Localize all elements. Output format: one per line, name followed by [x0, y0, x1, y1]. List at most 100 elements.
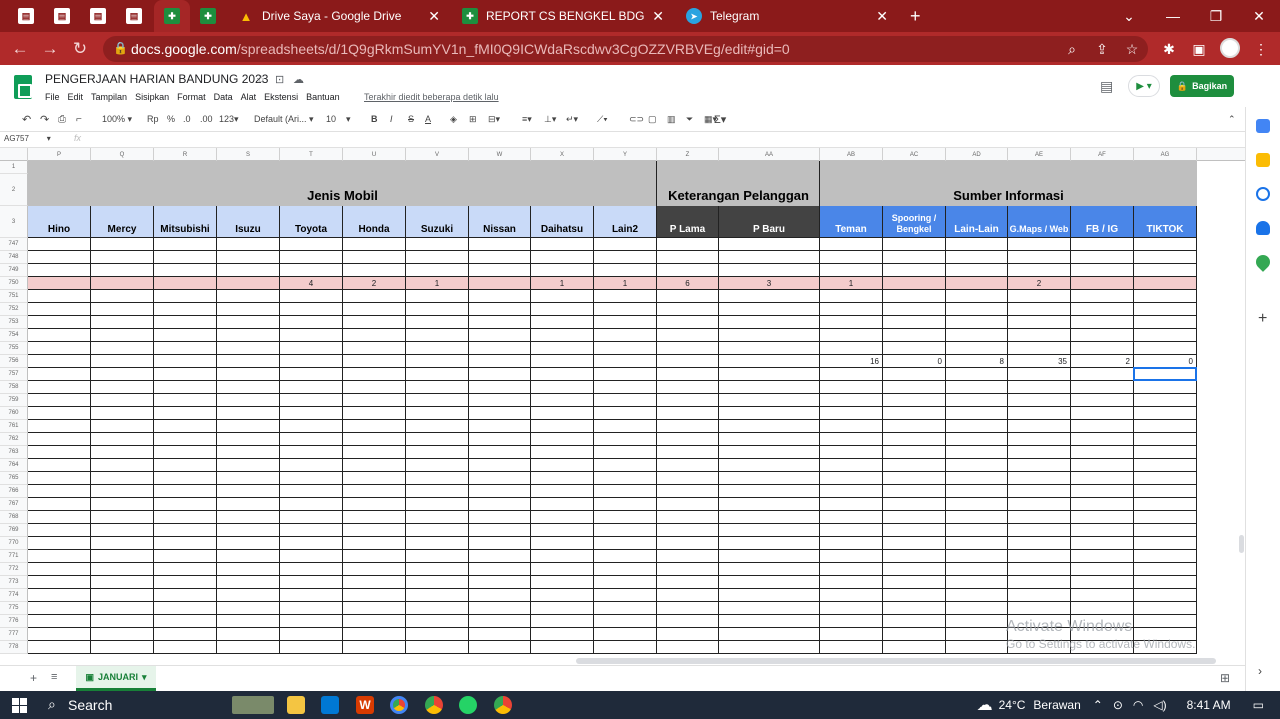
empty-cell[interactable]	[154, 550, 217, 563]
empty-cell[interactable]	[883, 303, 946, 316]
close-window-button[interactable]: ✕	[1236, 0, 1280, 32]
row-header-749[interactable]: 749	[0, 264, 28, 277]
empty-cell[interactable]	[1008, 238, 1071, 251]
empty-cell[interactable]	[280, 485, 343, 498]
empty-cell[interactable]	[657, 303, 719, 316]
empty-cell[interactable]	[1071, 446, 1134, 459]
empty-cell[interactable]	[28, 394, 91, 407]
row-header-771[interactable]: 771	[0, 550, 28, 563]
empty-cell[interactable]	[531, 342, 594, 355]
empty-cell[interactable]	[217, 563, 280, 576]
empty-cell[interactable]	[154, 368, 217, 381]
header-honda[interactable]: Honda	[343, 206, 406, 238]
row-header-763[interactable]: 763	[0, 446, 28, 459]
empty-cell[interactable]	[883, 316, 946, 329]
empty-cell[interactable]	[217, 329, 280, 342]
sheet-tab-januari[interactable]: ▣ JANUARI ▾	[76, 666, 156, 691]
empty-cell[interactable]	[469, 238, 531, 251]
empty-cell[interactable]	[28, 511, 91, 524]
empty-cell[interactable]	[719, 498, 820, 511]
empty-cell[interactable]	[469, 615, 531, 628]
data-cell[interactable]	[154, 277, 217, 290]
row-header-2[interactable]: 2	[0, 174, 28, 206]
empty-cell[interactable]	[594, 511, 657, 524]
row-header-765[interactable]: 765	[0, 472, 28, 485]
empty-cell[interactable]	[406, 290, 469, 303]
meet-button[interactable]: ▶ ▾	[1128, 75, 1160, 97]
empty-cell[interactable]	[406, 524, 469, 537]
empty-cell[interactable]	[820, 433, 883, 446]
empty-cell[interactable]	[280, 589, 343, 602]
tab-sheets-active[interactable]: ✚	[154, 0, 190, 32]
increase-decimal-button[interactable]: .00	[200, 112, 213, 126]
empty-cell[interactable]	[469, 628, 531, 641]
empty-cell[interactable]	[883, 394, 946, 407]
menu-extensions[interactable]: Ekstensi	[264, 92, 298, 102]
empty-cell[interactable]	[154, 537, 217, 550]
empty-cell[interactable]	[820, 394, 883, 407]
empty-cell[interactable]	[657, 381, 719, 394]
empty-cell[interactable]	[657, 550, 719, 563]
menu-edit[interactable]: Edit	[68, 92, 84, 102]
empty-cell[interactable]	[531, 498, 594, 511]
row-header-759[interactable]: 759	[0, 394, 28, 407]
empty-cell[interactable]	[1134, 407, 1197, 420]
empty-cell[interactable]	[154, 576, 217, 589]
row-header-762[interactable]: 762	[0, 433, 28, 446]
font-select[interactable]: Default (Ari... ▾	[254, 112, 314, 126]
empty-cell[interactable]	[217, 394, 280, 407]
empty-cell[interactable]	[657, 589, 719, 602]
empty-cell[interactable]	[1134, 303, 1197, 316]
empty-cell[interactable]	[1008, 342, 1071, 355]
empty-cell[interactable]	[657, 628, 719, 641]
empty-cell[interactable]	[719, 251, 820, 264]
header-hino[interactable]: Hino	[28, 206, 91, 238]
empty-cell[interactable]	[343, 264, 406, 277]
meet-now-icon[interactable]: ⊙	[1113, 698, 1123, 712]
empty-cell[interactable]	[469, 433, 531, 446]
empty-cell[interactable]	[280, 394, 343, 407]
empty-cell[interactable]	[946, 303, 1008, 316]
menu-file[interactable]: File	[45, 92, 60, 102]
empty-cell[interactable]	[719, 628, 820, 641]
row-header-773[interactable]: 773	[0, 576, 28, 589]
empty-cell[interactable]	[1134, 459, 1197, 472]
empty-cell[interactable]	[91, 550, 154, 563]
empty-cell[interactable]	[820, 576, 883, 589]
empty-cell[interactable]	[469, 550, 531, 563]
row-header-3[interactable]: 3	[0, 206, 28, 238]
empty-cell[interactable]	[719, 420, 820, 433]
empty-cell[interactable]	[1134, 238, 1197, 251]
vertical-align-icon[interactable]: ⊥▾	[544, 112, 556, 126]
empty-cell[interactable]	[1071, 329, 1134, 342]
empty-cell[interactable]	[343, 472, 406, 485]
empty-cell[interactable]	[883, 485, 946, 498]
empty-cell[interactable]	[154, 524, 217, 537]
empty-cell[interactable]	[469, 329, 531, 342]
get-addons-icon[interactable]: +	[1258, 310, 1267, 328]
tab-report-cs[interactable]: ✚ REPORT CS BENGKEL BDG 2022. ✕	[462, 0, 674, 32]
empty-cell[interactable]	[594, 290, 657, 303]
band-jenis-mobil[interactable]: Jenis Mobil	[28, 161, 657, 206]
empty-cell[interactable]	[154, 433, 217, 446]
header-mercy[interactable]: Mercy	[91, 206, 154, 238]
empty-cell[interactable]	[406, 251, 469, 264]
header-daihatsu[interactable]: Daihatsu	[531, 206, 594, 238]
menu-help[interactable]: Bantuan	[306, 92, 340, 102]
empty-cell[interactable]	[531, 628, 594, 641]
data-cell[interactable]	[594, 355, 657, 368]
empty-cell[interactable]	[883, 641, 946, 654]
empty-cell[interactable]	[280, 524, 343, 537]
empty-cell[interactable]	[719, 511, 820, 524]
empty-cell[interactable]	[91, 303, 154, 316]
header-spooring-bengkel[interactable]: Spooring / Bengkel	[883, 206, 946, 238]
empty-cell[interactable]	[1134, 589, 1197, 602]
empty-cell[interactable]	[154, 615, 217, 628]
whatsapp-icon[interactable]	[459, 696, 477, 714]
empty-cell[interactable]	[657, 251, 719, 264]
empty-cell[interactable]	[1071, 485, 1134, 498]
contacts-icon[interactable]	[1256, 221, 1270, 235]
empty-cell[interactable]	[946, 329, 1008, 342]
empty-cell[interactable]	[1008, 537, 1071, 550]
empty-cell[interactable]	[217, 641, 280, 654]
